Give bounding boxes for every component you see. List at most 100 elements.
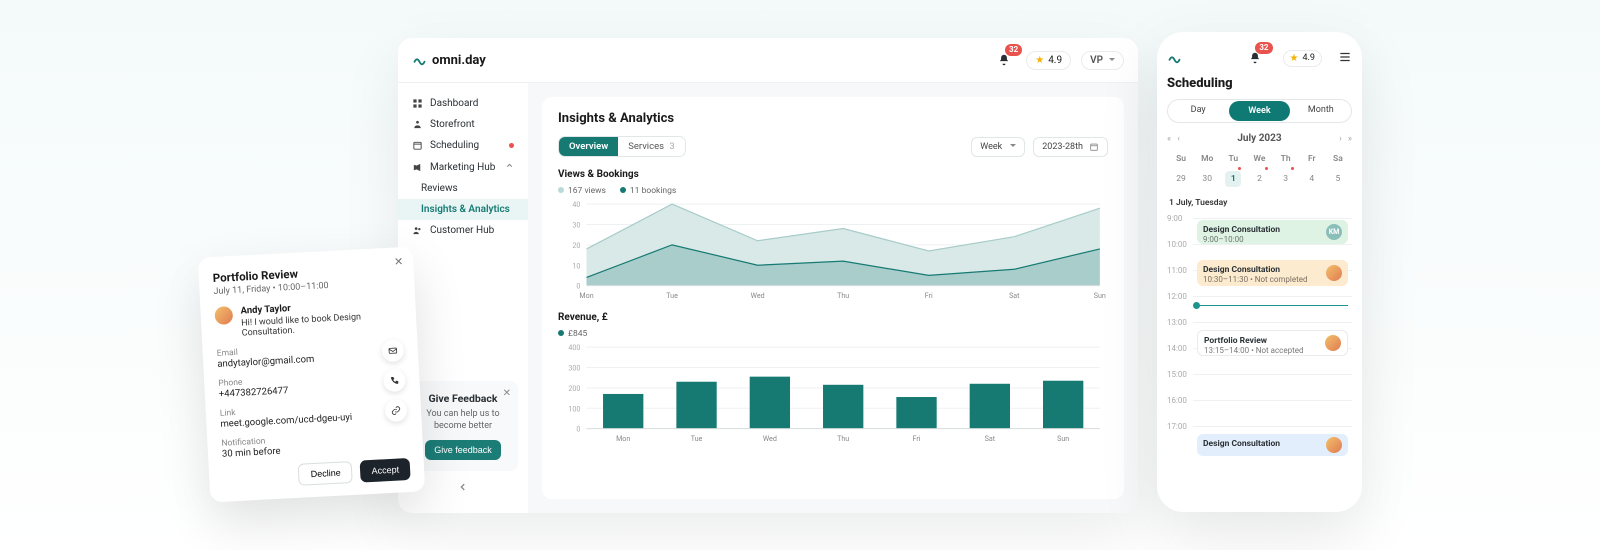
svg-text:30: 30 [572, 221, 580, 230]
svg-text:Tue: Tue [691, 434, 703, 443]
svg-text:Wed: Wed [763, 434, 777, 443]
chart-title: Views & Bookings [558, 169, 1108, 180]
weekday-label: Tu [1221, 152, 1245, 166]
hour-row: 16:00 [1167, 394, 1352, 420]
phone-mockup: 32 ★ 4.9 Scheduling Day Week Month «‹ Ju… [1157, 32, 1362, 512]
users-icon [412, 225, 423, 236]
tab-services[interactable]: Services 3 [618, 137, 685, 156]
phone-action-button[interactable] [383, 369, 406, 392]
calendar-event[interactable]: Design Consultation [1197, 434, 1348, 456]
sidebar-item-reviews[interactable]: Reviews [398, 178, 528, 199]
tab-week[interactable]: Week [1229, 101, 1289, 121]
sidebar-item-dashboard[interactable]: Dashboard [398, 93, 528, 114]
sidebar-item-marketing-hub[interactable]: Marketing Hub [398, 156, 528, 178]
calendar-icon [412, 140, 423, 151]
calendar-event[interactable]: Design Consultation10:30–11:30 • Not com… [1197, 260, 1348, 286]
avatar [214, 306, 233, 325]
hour-label: 16:00 [1167, 394, 1193, 405]
rating-pill[interactable]: ★ 4.9 [1026, 51, 1071, 70]
notification-badge: 32 [1005, 44, 1022, 56]
feedback-title: Give Feedback [419, 392, 507, 405]
decline-button[interactable]: Decline [298, 461, 353, 486]
svg-text:Thu: Thu [837, 291, 849, 300]
calendar-day[interactable]: 1 [1221, 168, 1245, 190]
now-indicator [1197, 305, 1348, 306]
rating-value: 4.9 [1048, 55, 1062, 66]
chevron-up-icon [505, 161, 514, 173]
sidebar-label: Storefront [430, 119, 475, 130]
chevron-left-icon [458, 482, 468, 492]
calendar-event[interactable]: Portfolio Review13:15–14:00 • Not accept… [1197, 330, 1348, 356]
notification-bell[interactable]: 32 [994, 50, 1014, 70]
weekday-label: Sa [1326, 152, 1350, 166]
prev-icon[interactable]: ‹ [1177, 134, 1180, 144]
sidebar-label: Dashboard [430, 98, 478, 109]
hour-label: 13:00 [1167, 316, 1193, 327]
brand-logo[interactable]: omni.day [412, 53, 486, 68]
tab-overview[interactable]: Overview [559, 137, 618, 156]
svg-text:200: 200 [568, 384, 580, 393]
event-title: Design Consultation [1203, 439, 1342, 449]
calendar-icon [1089, 142, 1099, 152]
user-initials: VP [1090, 55, 1103, 66]
calendar-day[interactable]: 29 [1169, 168, 1193, 190]
rating-pill[interactable]: ★ 4.9 [1283, 50, 1322, 67]
calendar-day[interactable]: 3 [1274, 168, 1298, 190]
sidebar-item-storefront[interactable]: Storefront [398, 114, 528, 135]
prev-fast-icon[interactable]: « [1167, 134, 1171, 144]
next-icon[interactable]: › [1339, 134, 1342, 144]
link-action-button[interactable] [384, 399, 407, 422]
notification-badge: 32 [1255, 42, 1272, 54]
hour-label: 10:00 [1167, 238, 1193, 249]
svg-text:Mon: Mon [579, 291, 593, 300]
feedback-button[interactable]: Give feedback [425, 440, 501, 460]
svg-text:20: 20 [572, 241, 580, 250]
calendar-day[interactable]: 30 [1195, 168, 1219, 190]
chart-legend: £845 [558, 329, 1108, 339]
hour-label: 12:00 [1167, 290, 1193, 301]
feedback-card: ✕ Give Feedback You can help us to becom… [408, 381, 518, 471]
tabs-segment: Overview Services 3 [558, 136, 686, 157]
email-action-button[interactable] [381, 339, 404, 362]
brand-mark-icon [412, 53, 427, 68]
weekday-label: Th [1274, 152, 1298, 166]
hour-label: 17:00 [1167, 420, 1193, 431]
tab-month[interactable]: Month [1291, 100, 1351, 122]
hamburger-icon[interactable] [1338, 50, 1352, 67]
area-chart-svg: 010203040MonTueWedThuFriSatSun [558, 198, 1108, 300]
sidebar-item-customer-hub[interactable]: Customer Hub [398, 220, 528, 241]
chevron-down-icon [1008, 142, 1016, 152]
svg-text:100: 100 [568, 404, 580, 413]
event-meta: 9:00–10:00 [1203, 235, 1342, 245]
close-icon[interactable]: ✕ [394, 255, 404, 268]
accept-button[interactable]: Accept [360, 458, 411, 483]
sidebar-label: Insights & Analytics [421, 204, 510, 215]
svg-text:Mon: Mon [616, 434, 630, 443]
calendar-day[interactable]: 5 [1326, 168, 1350, 190]
weekday-label: Su [1169, 152, 1193, 166]
svg-text:Tue: Tue [666, 291, 678, 300]
next-fast-icon[interactable]: » [1348, 134, 1352, 144]
tab-day[interactable]: Day [1168, 100, 1228, 122]
calendar-day[interactable]: 4 [1300, 168, 1324, 190]
event-title: Design Consultation [1203, 225, 1342, 235]
views-bookings-chart: Views & Bookings 167 views 11 bookings 0… [558, 169, 1108, 300]
phone-title: Scheduling [1167, 76, 1352, 91]
sidebar-item-scheduling[interactable]: Scheduling [398, 135, 528, 156]
calendar-day[interactable]: 2 [1247, 168, 1271, 190]
date-caption: 1 July, Tuesday [1169, 198, 1352, 208]
notification-bell[interactable]: 32 [1245, 48, 1265, 68]
main-content: Insights & Analytics Overview Services 3… [528, 83, 1138, 513]
user-menu[interactable]: VP [1081, 51, 1124, 70]
rating-value: 4.9 [1303, 53, 1316, 63]
svg-text:10: 10 [572, 261, 580, 270]
weekday-label: Fr [1300, 152, 1324, 166]
sidebar-item-insights[interactable]: Insights & Analytics [398, 199, 528, 220]
star-icon: ★ [1290, 53, 1299, 64]
envelope-icon [388, 345, 399, 356]
close-icon[interactable]: ✕ [503, 388, 511, 399]
calendar-event[interactable]: Design Consultation9:00–10:00KM [1197, 220, 1348, 244]
period-select[interactable]: 2023-28th [1033, 137, 1108, 157]
granularity-select[interactable]: Week [971, 137, 1025, 157]
view-tabs: Day Week Month [1167, 99, 1352, 123]
